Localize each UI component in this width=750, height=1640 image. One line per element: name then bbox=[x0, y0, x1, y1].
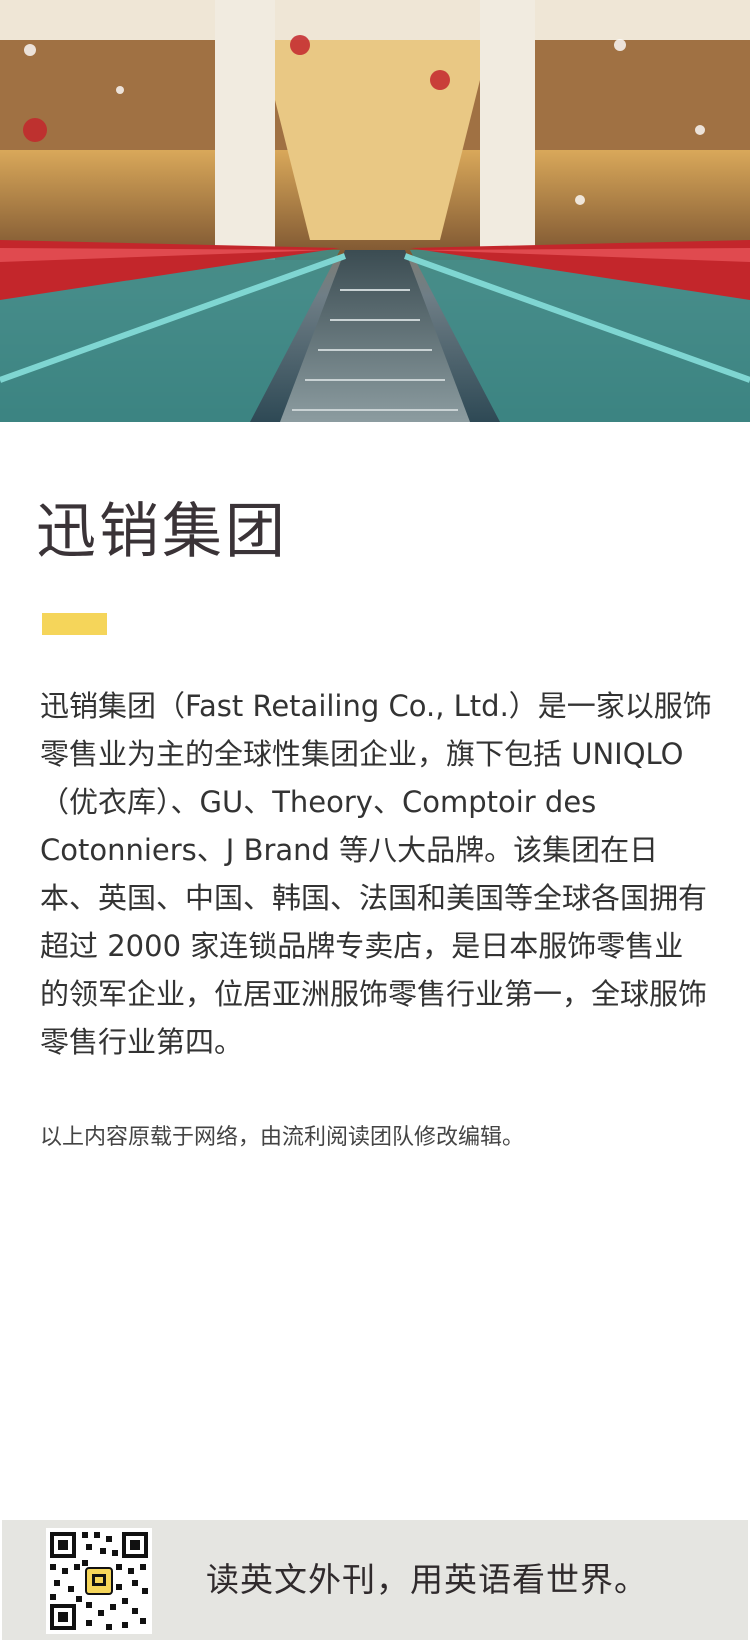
page-title: 迅销集团 bbox=[36, 497, 288, 567]
footer-slogan: 读英文外刊，用英语看世界。 bbox=[206, 1560, 648, 1599]
source-note: 以上内容原载于网络，由流利阅读团队修改编辑。 bbox=[40, 1125, 525, 1150]
title-accent-bar bbox=[42, 613, 107, 635]
mall-escalator-illustration bbox=[0, 0, 750, 422]
hero-image bbox=[0, 0, 750, 422]
footer-banner: 读英文外刊，用英语看世界。 bbox=[2, 1520, 748, 1640]
qr-code-icon[interactable] bbox=[46, 1528, 152, 1634]
article-body: 迅销集团（Fast Retailing Co., Ltd.）是一家以服饰零售业为… bbox=[40, 689, 712, 1059]
